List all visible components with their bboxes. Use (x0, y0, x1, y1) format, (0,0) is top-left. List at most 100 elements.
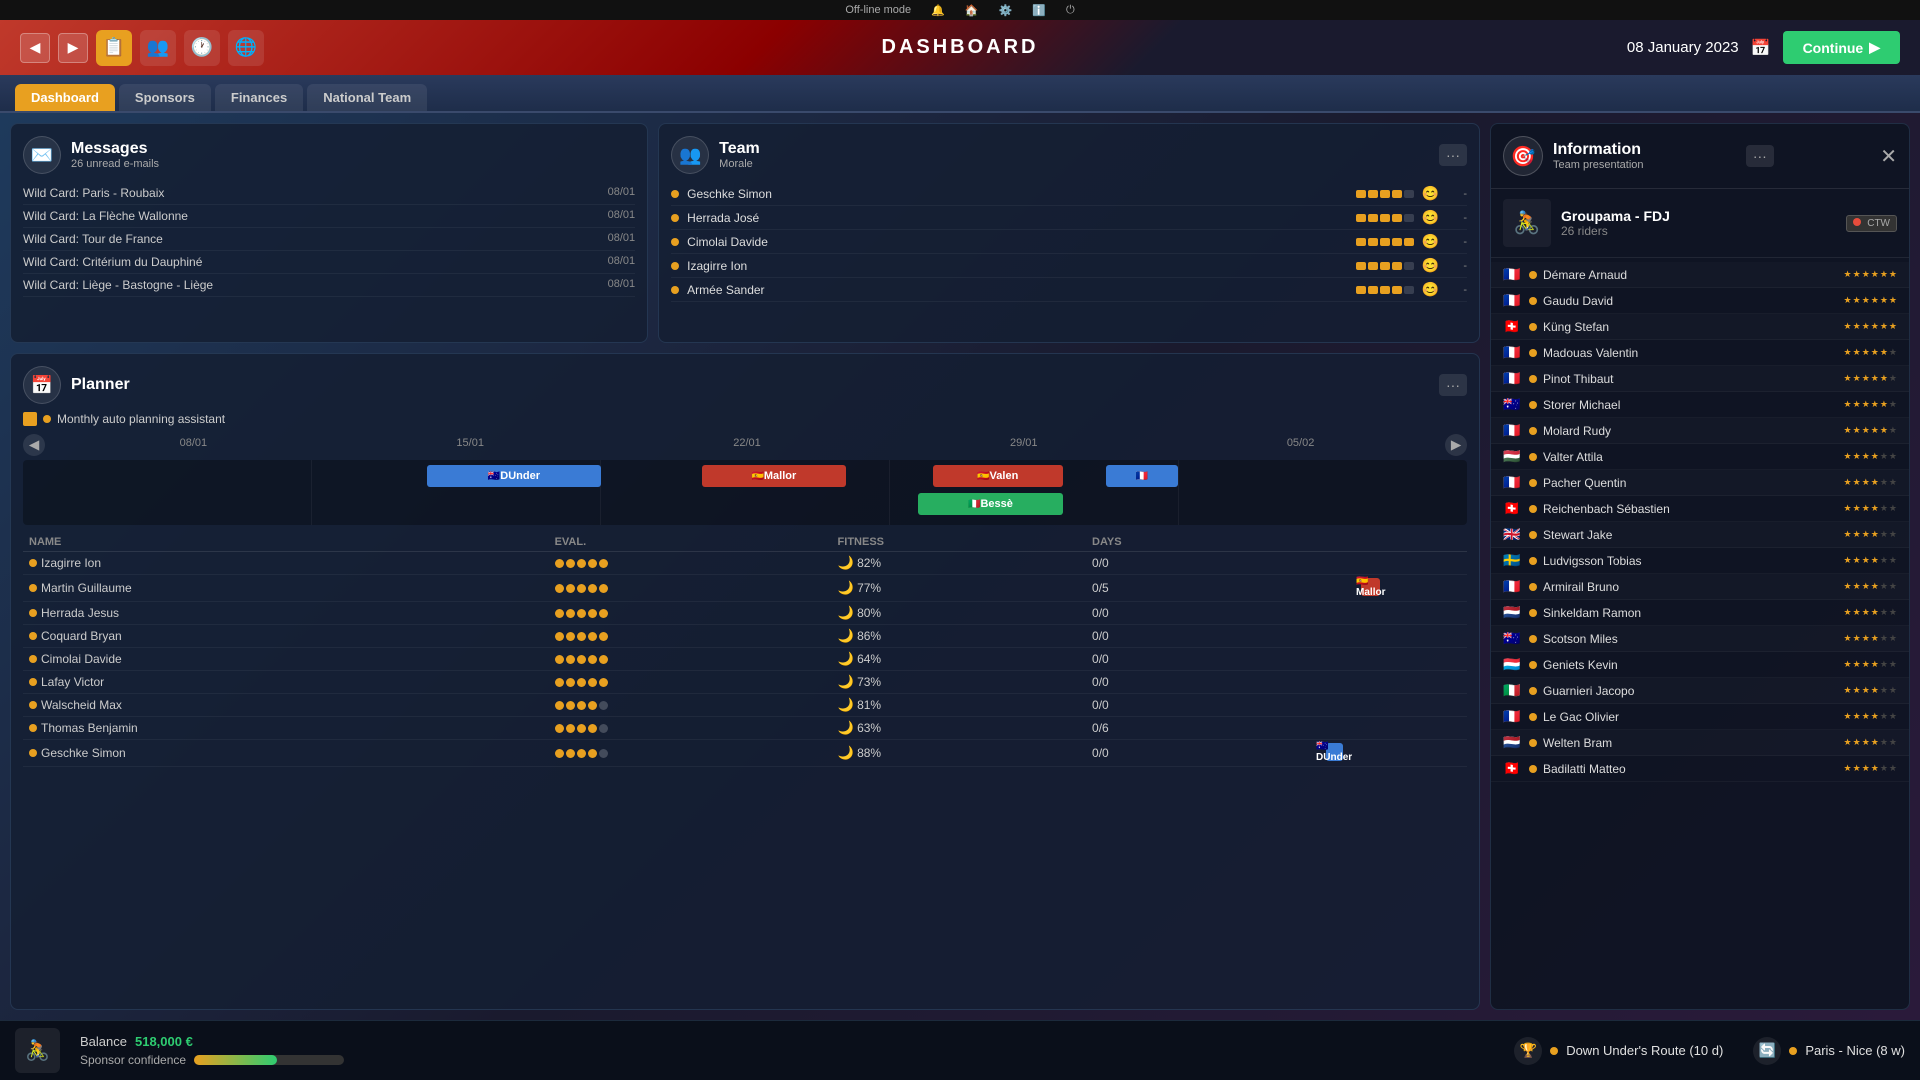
info-rider-row[interactable]: 🇱🇺 Geniets Kevin ★★★★★★ (1491, 652, 1909, 678)
filled-star: ★ (1871, 269, 1879, 280)
empty-star: ★ (1880, 685, 1888, 696)
info-rider-row[interactable]: 🇸🇪 Ludvigsson Tobias ★★★★★★ (1491, 548, 1909, 574)
race-block-valen[interactable]: 🇪🇸 Valen (933, 465, 1063, 487)
info-rider-row[interactable]: 🇳🇱 Sinkeldam Ramon ★★★★★★ (1491, 600, 1909, 626)
info-rider-row[interactable]: 🇮🇹 Guarnieri Jacopo ★★★★★★ (1491, 678, 1909, 704)
info-panel-close-button[interactable]: ✕ (1880, 144, 1897, 169)
info-rider-row[interactable]: 🇭🇺 Valter Attila ★★★★★★ (1491, 444, 1909, 470)
filled-star: ★ (1862, 451, 1870, 462)
rider-flag: 🇫🇷 (1503, 708, 1523, 725)
rider-stars: ★★★★★★ (1844, 399, 1897, 410)
filled-star: ★ (1871, 685, 1879, 696)
rider-name: Küng Stefan (1543, 320, 1838, 334)
planner-icon: 📅 (23, 366, 61, 404)
settings-icon[interactable]: ⚙️ (999, 4, 1013, 17)
planner-next-button[interactable]: ▶ (1445, 434, 1467, 456)
rider-table-row: Cimolai Davide 🌙 64% 0/0 (23, 648, 1467, 671)
riders-list[interactable]: 🇫🇷 Démare Arnaud ★★★★★★ 🇫🇷 Gaudu David ★… (1491, 258, 1909, 1009)
info-rider-row[interactable]: 🇦🇺 Storer Michael ★★★★★★ (1491, 392, 1909, 418)
filled-star: ★ (1871, 477, 1879, 488)
info-rider-row[interactable]: 🇫🇷 Molard Rudy ★★★★★★ (1491, 418, 1909, 444)
clock-nav-icon[interactable]: 🕐 (184, 30, 220, 66)
rider-eval (549, 602, 832, 625)
info-rider-row[interactable]: 🇨🇭 Badilatti Matteo ★★★★★★ (1491, 756, 1909, 782)
filled-star: ★ (1889, 321, 1897, 332)
event-dot-1 (1550, 1047, 1558, 1055)
auto-planning-checkbox[interactable] (23, 412, 37, 426)
info-panel-menu-button[interactable]: ··· (1746, 145, 1774, 167)
message-item[interactable]: Wild Card: Paris - Roubaix 08/01 (23, 182, 635, 205)
dashboard-nav-icon[interactable]: 📋 (96, 30, 132, 66)
info-panel-subtitle: Team presentation (1553, 159, 1644, 171)
tab-finances[interactable]: Finances (215, 84, 303, 111)
filled-star: ★ (1853, 685, 1861, 696)
auto-planning-row: Monthly auto planning assistant (23, 412, 1467, 426)
rider-color-dot (1529, 609, 1537, 617)
message-item[interactable]: Wild Card: Critérium du Dauphiné 08/01 (23, 251, 635, 274)
filled-star: ★ (1844, 763, 1852, 774)
info-rider-row[interactable]: 🇫🇷 Gaudu David ★★★★★★ (1491, 288, 1909, 314)
team-nav-icon[interactable]: 👥 (140, 30, 176, 66)
info-rider-row[interactable]: 🇫🇷 Pacher Quentin ★★★★★★ (1491, 470, 1909, 496)
message-item[interactable]: Wild Card: Liège - Bastogne - Liège 08/0… (23, 274, 635, 297)
continue-button[interactable]: Continue ▶ (1783, 31, 1900, 64)
race-block-mallor-1[interactable]: 🇪🇸 Mallor (702, 465, 846, 487)
nav-back-button[interactable]: ◀ (20, 33, 50, 63)
info-rider-row[interactable]: 🇦🇺 Scotson Miles ★★★★★★ (1491, 626, 1909, 652)
planner-menu-button[interactable]: ··· (1439, 374, 1467, 396)
filled-star: ★ (1871, 347, 1879, 358)
empty-star: ★ (1880, 581, 1888, 592)
rider-schedule (1267, 717, 1467, 740)
info-rider-row[interactable]: 🇫🇷 Démare Arnaud ★★★★★★ (1491, 262, 1909, 288)
calendar-icon[interactable]: 📅 (1751, 38, 1771, 58)
tab-national-team[interactable]: National Team (307, 84, 427, 111)
race-block-besse[interactable]: 🇮🇹 Bessè (918, 493, 1062, 515)
filled-star: ★ (1844, 451, 1852, 462)
team-menu-button[interactable]: ··· (1439, 144, 1467, 166)
info-rider-row[interactable]: 🇨🇭 Küng Stefan ★★★★★★ (1491, 314, 1909, 340)
auto-dot (43, 415, 51, 423)
morale-list: Geschke Simon 😊 - Herrada José 😊 (671, 182, 1467, 302)
filled-star: ★ (1853, 399, 1861, 410)
race-block-fr[interactable]: 🇫🇷 (1106, 465, 1178, 487)
race-block-dunder[interactable]: 🇦🇺 DUnder (427, 465, 600, 487)
bell-icon[interactable]: 🔔 (931, 4, 945, 17)
rider-table-row: Lafay Victor 🌙 73% 0/0 (23, 671, 1467, 694)
rider-name: Badilatti Matteo (1543, 762, 1838, 776)
planner-prev-button[interactable]: ◀ (23, 434, 45, 456)
info-rider-row[interactable]: 🇫🇷 Armirail Bruno ★★★★★★ (1491, 574, 1909, 600)
rider-eval (549, 717, 832, 740)
info-icon[interactable]: ℹ️ (1032, 4, 1046, 17)
planner-riders-scroll[interactable]: NAME EVAL. FITNESS DAYS Izagirre Ion (23, 533, 1467, 767)
message-item[interactable]: Wild Card: La Flèche Wallonne 08/01 (23, 205, 635, 228)
nav-forward-button[interactable]: ▶ (58, 33, 88, 63)
message-item[interactable]: Wild Card: Tour de France 08/01 (23, 228, 635, 251)
globe-nav-icon[interactable]: 🌐 (228, 30, 264, 66)
home-icon[interactable]: 🏠 (965, 4, 979, 17)
power-icon[interactable]: ⏻ (1066, 4, 1075, 17)
top-bar-left: ◀ ▶ 📋 👥 🕐 🌐 (20, 30, 264, 66)
info-rider-row[interactable]: 🇨🇭 Reichenbach Sébastien ★★★★★★ (1491, 496, 1909, 522)
rider-name: Ludvigsson Tobias (1543, 554, 1838, 568)
filled-star: ★ (1844, 321, 1852, 332)
tab-sponsors[interactable]: Sponsors (119, 84, 211, 111)
tab-dashboard[interactable]: Dashboard (15, 84, 115, 111)
rider-name: Le Gac Olivier (1543, 710, 1838, 724)
morale-row: Izagirre Ion 😊 - (671, 254, 1467, 278)
info-panel-title: Information (1553, 141, 1644, 159)
filled-star: ★ (1862, 607, 1870, 618)
rider-color-dot (1529, 713, 1537, 721)
main-content: ✉️ Messages 26 unread e-mails Wild Card:… (0, 113, 1920, 1020)
empty-star: ★ (1889, 711, 1897, 722)
info-rider-row[interactable]: 🇫🇷 Madouas Valentin ★★★★★★ (1491, 340, 1909, 366)
confidence-row: Sponsor confidence (80, 1053, 344, 1067)
filled-star: ★ (1844, 555, 1852, 566)
tab-bar: Dashboard Sponsors Finances National Tea… (0, 75, 1920, 113)
rider-color-dot (1529, 505, 1537, 513)
info-rider-row[interactable]: 🇫🇷 Pinot Thibaut ★★★★★★ (1491, 366, 1909, 392)
info-rider-row[interactable]: 🇳🇱 Welten Bram ★★★★★★ (1491, 730, 1909, 756)
info-rider-row[interactable]: 🇬🇧 Stewart Jake ★★★★★★ (1491, 522, 1909, 548)
filled-star: ★ (1871, 373, 1879, 384)
info-rider-row[interactable]: 🇫🇷 Le Gac Olivier ★★★★★★ (1491, 704, 1909, 730)
empty-star: ★ (1889, 451, 1897, 462)
